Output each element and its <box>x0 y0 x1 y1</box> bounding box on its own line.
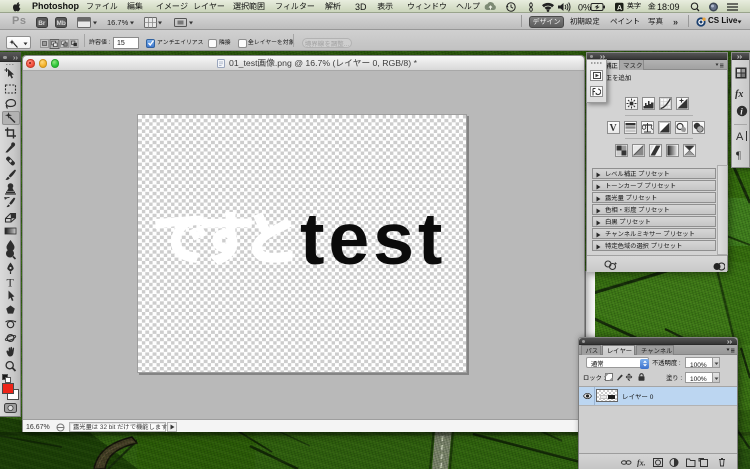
svg-text:T: T <box>7 276 15 290</box>
svg-text:fx.: fx. <box>637 458 646 467</box>
svg-text:A: A <box>617 5 622 12</box>
svg-text:¶: ¶ <box>736 150 741 162</box>
svg-text:Br: Br <box>38 20 46 27</box>
svg-text:V: V <box>610 123 618 133</box>
svg-text:0%: 0% <box>578 3 591 13</box>
svg-text:Mb: Mb <box>57 20 66 27</box>
svg-text:fx: fx <box>735 89 743 99</box>
svg-text:A: A <box>736 131 744 143</box>
svg-text:16.7%: 16.7% <box>107 18 129 27</box>
